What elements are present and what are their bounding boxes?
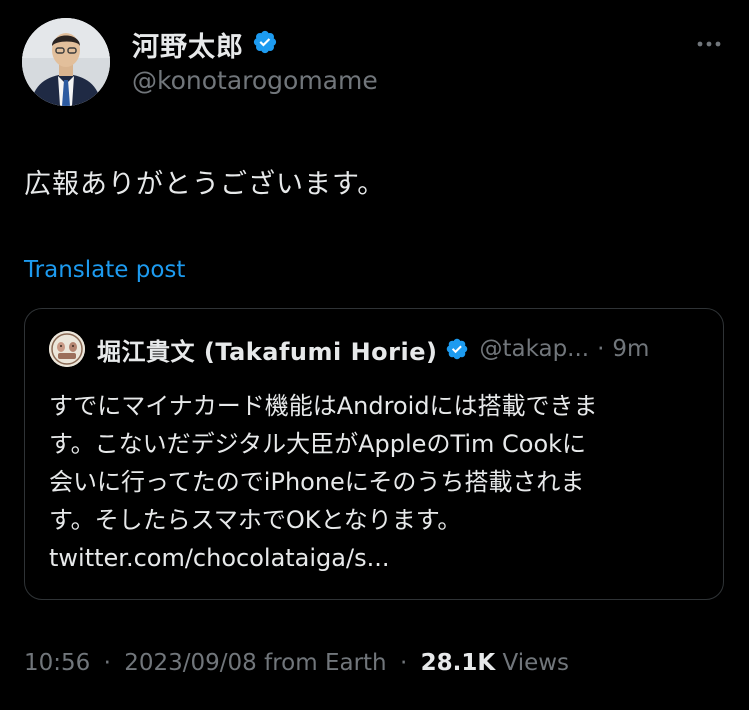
verified-badge-icon (445, 337, 469, 361)
quoted-tweet-header: 堀江貴文 (Takafumi Horie) @takap... · 9m (49, 331, 649, 367)
tweet-date[interactable]: 2023/09/08 (124, 650, 257, 676)
separator-dot: · (103, 650, 111, 676)
quoted-author-avatar[interactable] (49, 331, 85, 367)
author-handle[interactable]: @konotarogomame (132, 66, 378, 95)
quoted-tweet-line: す。こないだデジタル大臣がAppleのTim Cookに (49, 430, 587, 458)
views-label: Views (502, 650, 570, 676)
quoted-author-handle[interactable]: @takap... (479, 336, 589, 362)
tweet-metadata: 10:56 · 2023/09/08 from Earth · 28.1K Vi… (24, 650, 569, 676)
more-options-button[interactable] (693, 32, 725, 56)
quoted-tweet-card[interactable]: 堀江貴文 (Takafumi Horie) @takap... · 9m すでに… (24, 308, 724, 600)
translate-post-link[interactable]: Translate post (24, 257, 185, 283)
tweet-time[interactable]: 10:56 (24, 650, 90, 676)
quoted-tweet-line: す。そしたらスマホでOKとなります。 (49, 506, 462, 534)
views-count: 28.1K (420, 650, 496, 676)
quoted-author-avatar-image (49, 331, 85, 367)
author-display-name[interactable]: 河野太郎 (132, 25, 244, 64)
separator-dot: · (399, 650, 408, 676)
quoted-tweet-line: 会いに行ってたのでiPhoneにそのうち搭載されま (49, 468, 585, 496)
tweet-text: 広報ありがとうございます。 (24, 169, 386, 200)
quoted-tweet-line: すでにマイナカード機能はAndroidには搭載できま (49, 392, 598, 420)
tweet-source: from Earth (264, 650, 387, 676)
quoted-tweet-body: すでにマイナカード機能はAndroidには搭載できま す。こないだデジタル大臣が… (49, 387, 709, 577)
author-avatar[interactable] (22, 18, 110, 106)
author-avatar-image (22, 18, 110, 106)
quoted-tweet-link[interactable]: twitter.com/chocolataiga/s... (49, 539, 709, 577)
separator-dot: · (597, 336, 605, 362)
author-info: 河野太郎 @konotarogomame (132, 26, 378, 95)
verified-badge-icon (252, 29, 278, 59)
quoted-tweet-time[interactable]: 9m (612, 336, 649, 362)
tweet-header: 河野太郎 @konotarogomame (22, 18, 727, 110)
quoted-author-display-name[interactable]: 堀江貴文 (Takafumi Horie) (97, 332, 437, 367)
more-horizontal-icon (697, 41, 721, 47)
